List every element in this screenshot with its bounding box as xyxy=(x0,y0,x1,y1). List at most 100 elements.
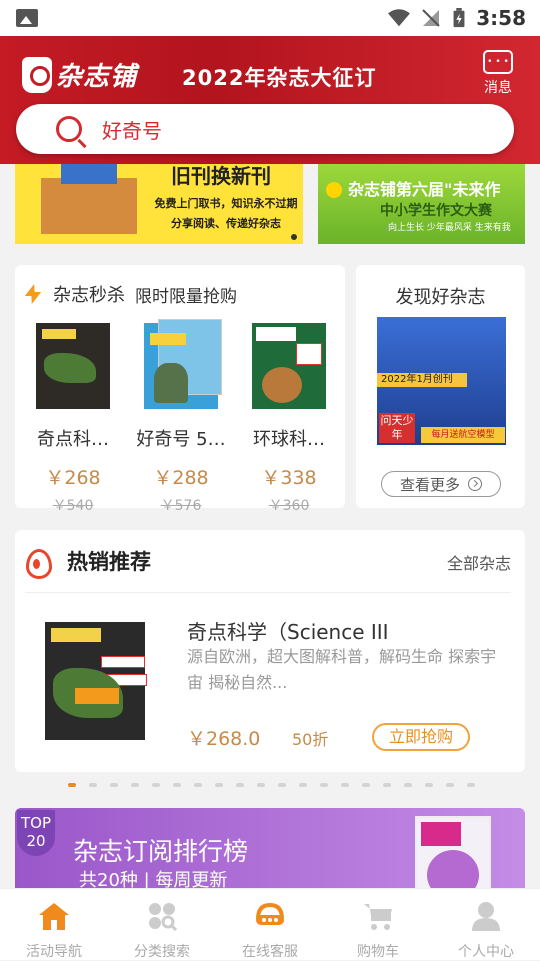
banner-tagline: 向上生长 少年最风采 生来有我 xyxy=(388,223,511,233)
tab-activity-nav[interactable]: 活动导航 xyxy=(0,889,108,960)
pager-dot[interactable] xyxy=(257,783,265,787)
header: 杂志铺 2022年杂志大征订 消息 好奇号 xyxy=(0,36,540,164)
hot-product-price: ￥268.0 xyxy=(187,728,261,750)
badge-top-text: TOP xyxy=(20,814,51,832)
discover-magazine-cover[interactable]: 2022年1月创刊 问天少年 每月送航空模型 xyxy=(377,317,506,445)
message-button[interactable]: 消息 xyxy=(478,50,518,97)
flash-sale-header[interactable]: 杂志秒杀 限时限量抢购 xyxy=(25,281,237,307)
badge-num-text: 20 xyxy=(26,832,46,850)
pager-dot[interactable] xyxy=(362,783,370,787)
pager-dot[interactable] xyxy=(320,783,328,787)
pager-dot[interactable] xyxy=(299,783,307,787)
banner-dot xyxy=(291,234,297,240)
divider xyxy=(25,592,511,593)
product-old-price: ￥540 xyxy=(52,498,94,514)
banner-line: 分享阅读、传递好杂志 xyxy=(171,217,281,230)
logo-mark-icon xyxy=(22,56,52,93)
product-name: 环球科… xyxy=(253,429,325,450)
no-signal-icon xyxy=(422,9,440,27)
tab-label: 分类搜索 xyxy=(134,944,190,960)
flash-sale-title: 杂志秒杀 xyxy=(53,285,125,306)
pager-dot[interactable] xyxy=(152,783,160,787)
battery-charging-icon xyxy=(453,8,465,28)
magazine-cover xyxy=(36,323,110,409)
hot-recommend-card: 热销推荐 全部杂志 奇点科学（Science III 源自欧洲，超大图解科普，解… xyxy=(15,530,525,772)
discover-title: 发现好杂志 xyxy=(395,287,486,308)
box-illustration xyxy=(41,164,137,234)
flash-sale-card: 杂志秒杀 限时限量抢购 奇点科… ￥268 ￥540 好奇号 5… ￥288 ￥… xyxy=(15,265,345,514)
pager-dot[interactable] xyxy=(215,783,223,787)
flash-product[interactable]: 奇点科… ￥268 ￥540 xyxy=(21,323,125,515)
flash-product[interactable]: 好奇号 5… ￥288 ￥576 xyxy=(129,319,233,515)
app-logo: 杂志铺 xyxy=(22,56,137,93)
tab-category-search[interactable]: 分类搜索 xyxy=(108,889,216,960)
pager-dot[interactable] xyxy=(467,783,475,787)
cover-title-text: 问天少年 xyxy=(379,413,415,443)
clock-time: 3:58 xyxy=(476,6,526,30)
hot-magazine-cover[interactable] xyxy=(45,622,147,740)
bottom-tab-bar: 活动导航 分类搜索 在线客服 购物车 个人中心 xyxy=(0,888,540,960)
flash-sale-subtitle: 限时限量抢购 xyxy=(135,286,237,307)
search-input[interactable]: 好奇号 xyxy=(16,104,514,154)
banner-title: 旧刊换新刊 xyxy=(171,164,271,188)
product-price: ￥268 xyxy=(45,467,101,489)
pager-dot[interactable] xyxy=(278,783,286,787)
magazine-cover xyxy=(252,323,326,409)
status-icons: 3:58 xyxy=(388,6,526,30)
pager-dot[interactable] xyxy=(68,783,76,787)
pager-dot[interactable] xyxy=(110,783,118,787)
flash-product[interactable]: 环球科… ￥338 ￥360 xyxy=(237,323,341,515)
message-label: 消息 xyxy=(484,80,512,96)
pager-dot[interactable] xyxy=(236,783,244,787)
banner-title: 杂志铺第六届"未来作 xyxy=(348,180,501,199)
promo-banners: 旧刊换新刊 免费上门取书，知识永不过期 分享阅读、传递好杂志 杂志铺第六届"未来… xyxy=(15,164,525,244)
view-more-button[interactable]: 查看更多 xyxy=(381,471,501,497)
tab-cart[interactable]: 购物车 xyxy=(324,889,432,960)
pager-dot[interactable] xyxy=(89,783,97,787)
cover-launch-text: 2022年1月创刊 xyxy=(377,373,467,387)
hot-product-desc: 源自欧洲，超大图解科普，解码生命 探索宇宙 揭秘自然... xyxy=(187,647,497,692)
ranking-subtitle: 共20种 | 每周更新 xyxy=(79,870,228,890)
hot-header: 热销推荐 xyxy=(25,546,151,579)
banner-line: 免费上门取书，知识永不过期 xyxy=(154,197,298,210)
pager-dot[interactable] xyxy=(194,783,202,787)
header-banner-title[interactable]: 2022年杂志大征订 xyxy=(182,62,376,92)
ranking-title: 杂志订阅排行榜 xyxy=(73,837,249,866)
pager-dot[interactable] xyxy=(341,783,349,787)
pager-dot[interactable] xyxy=(446,783,454,787)
banner-desc: 免费上门取书，知识永不过期 分享阅读、传递好杂志 xyxy=(151,194,301,234)
user-icon xyxy=(472,902,500,931)
product-old-price: ￥360 xyxy=(268,498,310,514)
pager-dot[interactable] xyxy=(173,783,181,787)
tab-customer-service[interactable]: 在线客服 xyxy=(216,889,324,960)
carousel-pager xyxy=(68,783,475,787)
wifi-icon xyxy=(388,9,411,27)
product-name: 好奇号 5… xyxy=(136,429,226,450)
hot-product-name[interactable]: 奇点科学（Science III xyxy=(187,616,389,645)
ranking-magazine-cover xyxy=(415,816,491,890)
banner-subtitle: 中小学生作文大赛 xyxy=(380,203,492,219)
logo-text: 杂志铺 xyxy=(56,62,138,92)
banner-decoration xyxy=(326,182,342,198)
banner-essay-contest[interactable]: 杂志铺第六届"未来作 中小学生作文大赛 向上生长 少年最风采 生来有我 xyxy=(318,164,525,244)
status-bar: 3:58 xyxy=(0,0,540,36)
cart-icon xyxy=(364,904,392,930)
banner-old-for-new[interactable]: 旧刊换新刊 免费上门取书，知识永不过期 分享阅读、传递好杂志 xyxy=(15,164,303,244)
flame-icon xyxy=(25,547,52,579)
pager-dot[interactable] xyxy=(425,783,433,787)
tab-label: 活动导航 xyxy=(26,944,82,960)
ranking-banner[interactable]: TOP 20 杂志订阅排行榜 共20种 | 每周更新 xyxy=(15,808,525,890)
tab-label: 购物车 xyxy=(357,944,399,960)
product-price: ￥288 xyxy=(153,467,209,489)
pager-dot[interactable] xyxy=(404,783,412,787)
buy-now-button[interactable]: 立即抢购 xyxy=(372,723,470,751)
tab-profile[interactable]: 个人中心 xyxy=(432,889,540,960)
customer-service-icon xyxy=(256,902,284,925)
pager-dot[interactable] xyxy=(383,783,391,787)
tab-label: 在线客服 xyxy=(242,944,298,960)
product-name: 奇点科… xyxy=(37,429,109,450)
tab-label: 个人中心 xyxy=(458,944,514,960)
all-magazines-link[interactable]: 全部杂志 xyxy=(447,550,511,574)
pager-dot[interactable] xyxy=(131,783,139,787)
cover-gift-text: 每月送航空模型 xyxy=(421,427,505,443)
